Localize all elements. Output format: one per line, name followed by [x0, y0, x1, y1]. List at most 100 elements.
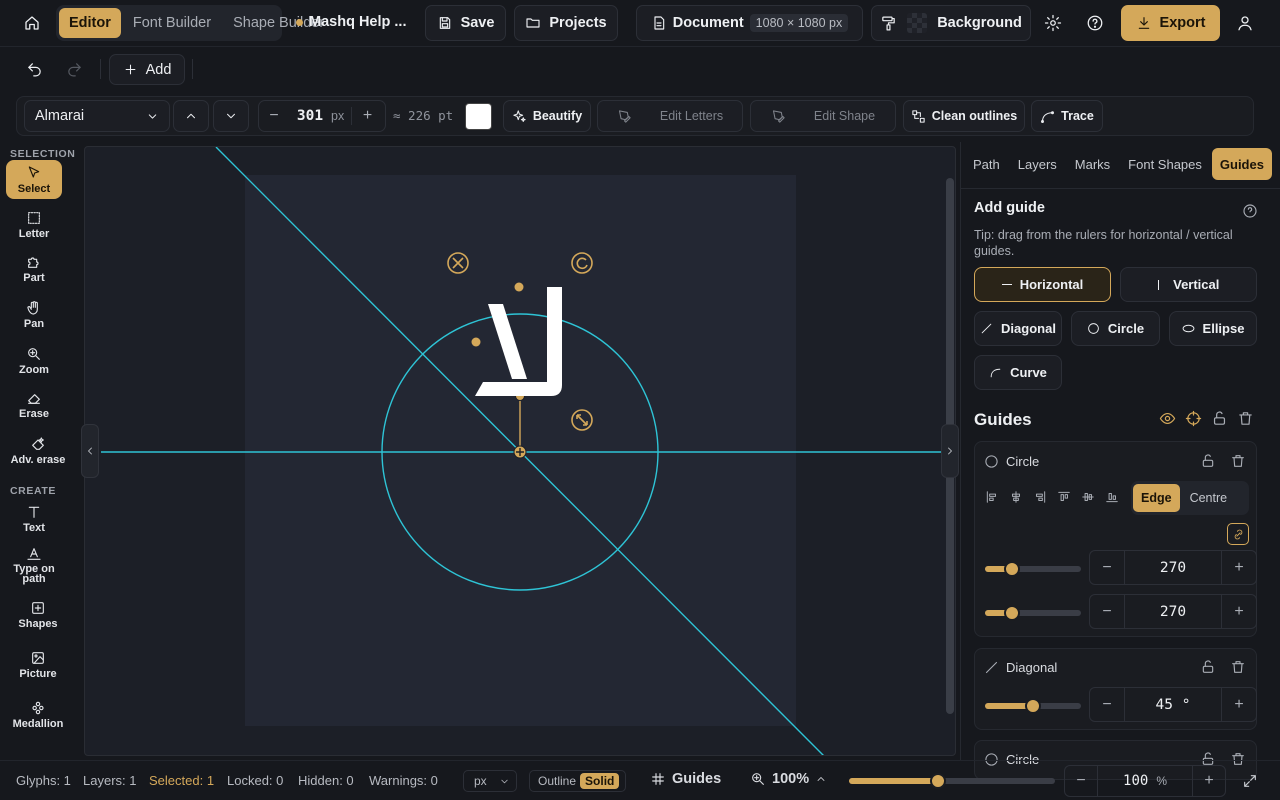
redo-button[interactable] [60, 55, 88, 83]
add-horizontal-guide-button[interactable]: Horizontal [974, 267, 1111, 302]
tool-shapes[interactable]: Shapes [10, 600, 66, 630]
zoom-slider[interactable] [849, 773, 1055, 789]
increase-button[interactable]: + [1222, 551, 1256, 584]
decrease-button[interactable]: − [1090, 688, 1124, 721]
add-circle-guide-button[interactable]: Circle [1071, 311, 1160, 346]
tool-medallion[interactable]: Medallion [10, 700, 66, 730]
tool-part[interactable]: Part [6, 254, 62, 284]
zoom-value-number[interactable]: 100 [1123, 773, 1148, 789]
align-center-h-icon[interactable] [1009, 490, 1023, 504]
glyph-point-handle[interactable] [514, 282, 524, 292]
export-button[interactable]: Export [1121, 5, 1220, 41]
projects-button[interactable]: Projects [514, 5, 618, 41]
decrease-button[interactable]: − [1090, 551, 1124, 584]
angle-slider[interactable] [985, 698, 1081, 714]
background-button[interactable]: Background [871, 5, 1031, 41]
increase-button[interactable]: + [1222, 595, 1256, 628]
outline-mode-button[interactable]: Outline [538, 774, 576, 788]
tab-font-builder[interactable]: Font Builder [123, 8, 221, 38]
unit-select[interactable]: px [463, 770, 517, 792]
align-right-icon[interactable] [1033, 490, 1047, 504]
scale-handle[interactable] [571, 409, 593, 431]
tool-type-on-path[interactable]: Type on path [6, 546, 62, 585]
radius-x-value[interactable]: 270 [1124, 551, 1222, 584]
document-button[interactable]: Document 1080 × 1080 px [636, 5, 863, 41]
radius-y-slider[interactable] [985, 605, 1081, 621]
tab-path[interactable]: Path [965, 148, 1008, 180]
mode-centre-button[interactable]: Centre [1182, 484, 1236, 512]
collapse-left-panel-button[interactable] [81, 424, 99, 478]
undo-button[interactable] [20, 55, 48, 83]
tab-editor[interactable]: Editor [59, 8, 121, 38]
trash-icon[interactable] [1237, 410, 1254, 427]
beautify-button[interactable]: Beautify [503, 100, 591, 132]
align-center-v-icon[interactable] [1081, 490, 1095, 504]
size-decrease-button[interactable]: − [259, 107, 289, 125]
angle-value[interactable]: 45 ° [1124, 688, 1222, 721]
home-button[interactable] [16, 8, 48, 38]
tool-zoom[interactable]: Zoom [6, 346, 62, 376]
glyph-point-handle[interactable] [471, 337, 481, 347]
add-ellipse-guide-button[interactable]: Ellipse [1169, 311, 1257, 346]
trash-icon[interactable] [1230, 659, 1246, 675]
account-button[interactable] [1232, 8, 1258, 38]
project-name[interactable]: Mashq Help ... [296, 14, 407, 30]
rotate-handle[interactable] [571, 252, 593, 274]
font-next-button[interactable] [213, 100, 249, 132]
tool-letter[interactable]: Letter [6, 210, 62, 240]
font-select[interactable]: Almarai [24, 100, 170, 132]
mode-edge-button[interactable]: Edge [1133, 484, 1180, 512]
help-button[interactable] [1082, 8, 1108, 38]
collapse-right-panel-button[interactable] [941, 424, 959, 478]
canvas-area[interactable] [84, 146, 956, 756]
unlock-icon[interactable] [1211, 410, 1228, 427]
tool-text[interactable]: Text [6, 504, 62, 534]
tool-select[interactable]: Select [6, 160, 62, 199]
add-diagonal-guide-button[interactable]: Diagonal [974, 311, 1062, 346]
add-curve-guide-button[interactable]: Curve [974, 355, 1062, 390]
glyph-part-lam[interactable] [475, 287, 562, 396]
tab-layers[interactable]: Layers [1010, 148, 1065, 180]
tool-picture[interactable]: Picture [10, 650, 66, 680]
color-swatch[interactable] [465, 103, 492, 130]
fullscreen-icon[interactable] [1242, 773, 1258, 789]
add-button[interactable]: Add [109, 54, 185, 85]
guides-toggle[interactable]: Guides [650, 771, 721, 787]
trace-button[interactable]: Trace [1031, 100, 1103, 132]
snap-target-icon[interactable] [1185, 410, 1202, 427]
delete-handle[interactable] [447, 252, 469, 274]
link-values-button[interactable] [1227, 523, 1249, 545]
tool-adv-erase[interactable]: Adv. erase [4, 436, 72, 466]
edit-letters-button[interactable]: Edit Letters [597, 100, 743, 132]
increase-button[interactable]: + [1222, 688, 1256, 721]
align-top-icon[interactable] [1057, 490, 1071, 504]
zoom-out-button[interactable]: − [1065, 772, 1097, 790]
align-bottom-icon[interactable] [1105, 490, 1119, 504]
align-left-icon[interactable] [985, 490, 999, 504]
decrease-button[interactable]: − [1090, 595, 1124, 628]
font-prev-button[interactable] [173, 100, 209, 132]
unlock-icon[interactable] [1200, 659, 1216, 675]
eye-icon[interactable] [1159, 410, 1176, 427]
solid-mode-button[interactable]: Solid [580, 773, 620, 789]
save-button[interactable]: Save [425, 5, 506, 41]
unlock-icon[interactable] [1200, 453, 1216, 469]
tab-font-shapes[interactable]: Font Shapes [1120, 148, 1210, 180]
tool-erase[interactable]: Erase [6, 390, 62, 420]
edit-shape-button[interactable]: Edit Shape [750, 100, 896, 132]
clean-outlines-button[interactable]: Clean outlines [903, 100, 1025, 132]
zoom-in-button[interactable]: + [1193, 772, 1225, 790]
trash-icon[interactable] [1230, 453, 1246, 469]
size-increase-button[interactable]: + [351, 107, 383, 125]
tool-pan[interactable]: Pan [6, 300, 62, 330]
zoom-menu[interactable]: 100% [750, 771, 827, 787]
gear-icon [1044, 14, 1062, 32]
tab-marks[interactable]: Marks [1067, 148, 1118, 180]
add-vertical-guide-button[interactable]: Vertical [1120, 267, 1257, 302]
radius-y-value[interactable]: 270 [1124, 595, 1222, 628]
tab-guides[interactable]: Guides [1211, 148, 1272, 180]
size-value[interactable]: 301 [289, 108, 331, 124]
settings-button[interactable] [1040, 8, 1066, 38]
add-guide-help-button[interactable] [1239, 200, 1261, 222]
radius-x-slider[interactable] [985, 561, 1081, 577]
